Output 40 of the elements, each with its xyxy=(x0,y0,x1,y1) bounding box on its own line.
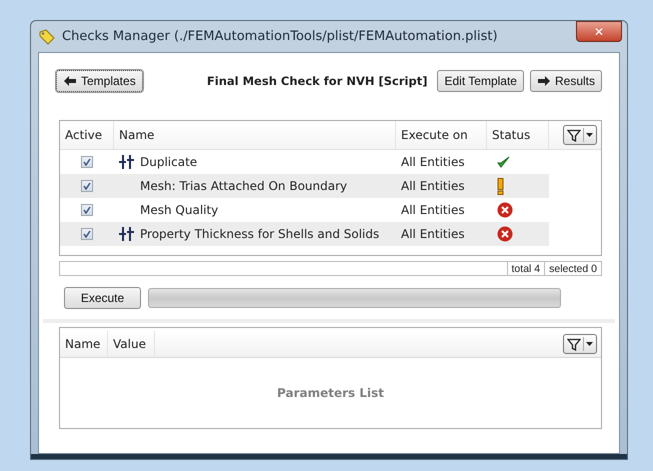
templates-button[interactable]: Templates xyxy=(56,70,143,92)
check-name: Duplicate xyxy=(140,155,198,169)
tag-icon xyxy=(38,28,56,44)
table-row[interactable]: Mesh: Trias Attached On Boundary All Entities xyxy=(60,174,549,198)
execute-on-text: All Entities xyxy=(401,155,465,169)
window-title: Checks Manager (./FEMAutomationTools/plist/FEMAutomation.plist) xyxy=(62,29,498,44)
column-header[interactable]: Execute on xyxy=(396,121,487,149)
caret-icon xyxy=(586,342,593,346)
checkbox[interactable] xyxy=(81,204,93,216)
parameters-list: Parameters List xyxy=(60,358,601,428)
execute-on-text: All Entities xyxy=(401,203,465,217)
table-row[interactable]: Duplicate All Entities xyxy=(60,150,549,174)
caret-icon xyxy=(586,133,593,137)
left-arrow-icon xyxy=(63,75,77,87)
filter-icon xyxy=(567,338,581,350)
check-name: Mesh: Trias Attached On Boundary xyxy=(140,179,348,193)
check-name: Property Thickness for Shells and Solids xyxy=(140,227,380,241)
total-count: total 4 xyxy=(506,262,544,275)
filter-button[interactable] xyxy=(563,125,597,145)
check-name: Mesh Quality xyxy=(140,203,218,217)
column-header[interactable]: Name xyxy=(114,121,396,149)
right-arrow-icon xyxy=(536,75,551,87)
results-button[interactable]: Results xyxy=(530,70,602,92)
checkbox[interactable] xyxy=(81,228,93,240)
filter-icon xyxy=(567,128,581,142)
execute-on-text: All Entities xyxy=(401,179,465,193)
filter-button[interactable] xyxy=(563,334,597,354)
table-row[interactable]: Mesh Quality All Entities xyxy=(60,198,549,222)
column-header[interactable]: Value xyxy=(108,331,155,357)
script-title: Final Mesh Check for NVH [Script] xyxy=(206,74,428,88)
table-row[interactable]: Property Thickness for Shells and Solids All Entities xyxy=(60,222,549,246)
column-header[interactable]: Name xyxy=(60,331,108,357)
column-header[interactable]: Active xyxy=(60,121,114,149)
execute-on-text: All Entities xyxy=(401,227,465,241)
edit-template-button[interactable]: Edit Template xyxy=(437,70,524,92)
checkbox[interactable] xyxy=(81,180,93,192)
column-header[interactable]: Status xyxy=(487,121,549,149)
checkbox[interactable] xyxy=(81,156,93,168)
selected-count: selected 0 xyxy=(544,262,601,275)
execute-button[interactable]: Execute xyxy=(64,287,141,309)
